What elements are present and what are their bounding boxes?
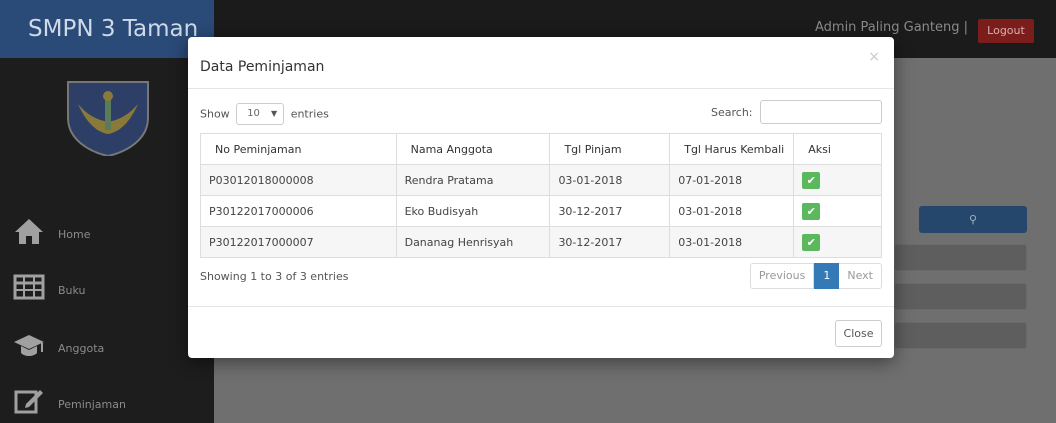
select-check-button[interactable]: ✔ — [802, 233, 821, 251]
sidebar-item-peminjaman[interactable]: Peminjaman — [0, 378, 214, 423]
user-name: Admin Paling Ganteng | — [814, 20, 968, 35]
column-header[interactable]: Tgl Harus Kembali — [669, 133, 795, 165]
modal-title: Data Peminjaman — [200, 59, 325, 75]
column-header[interactable]: No Peminjaman — [200, 133, 397, 165]
sidebar-item-label: Peminjaman — [58, 398, 126, 411]
cell-tgl-kembali: 03-01-2018 — [669, 195, 795, 227]
sidebar-item-home[interactable]: Home — [0, 208, 214, 258]
table-row: P30122017000007 Dananag Henrisyah 30-12-… — [200, 226, 882, 258]
background-search-button[interactable]: ⚲ — [919, 206, 1027, 233]
school-logo — [60, 78, 156, 158]
table-header-row: No Peminjaman Nama Anggota Tgl Pinjam Tg… — [200, 133, 882, 165]
close-button[interactable]: Close — [835, 320, 882, 347]
close-icon[interactable]: × — [868, 49, 880, 65]
pagination-next[interactable]: Next — [839, 263, 882, 289]
show-label: Show — [200, 107, 230, 121]
peminjaman-modal: Data Peminjaman × Show 10 ▼ entries Sear… — [188, 37, 894, 358]
select-check-button[interactable]: ✔ — [802, 171, 821, 189]
cell-nama-anggota: Rendra Pratama — [395, 164, 551, 196]
cell-tgl-pinjam: 03-01-2018 — [549, 164, 671, 196]
logout-button[interactable]: Logout — [978, 19, 1034, 43]
search-input[interactable] — [760, 100, 882, 124]
cell-aksi: ✔ — [793, 195, 882, 227]
cell-aksi: ✔ — [793, 164, 882, 196]
brand-title[interactable]: SMPN 3 Taman — [0, 0, 214, 58]
caret-down-icon: ▼ — [271, 109, 278, 118]
cell-tgl-pinjam: 30-12-2017 — [549, 195, 671, 227]
select-check-button[interactable]: ✔ — [802, 202, 821, 220]
background-field[interactable] — [894, 322, 1027, 349]
sidebar-item-anggota[interactable]: Anggota — [0, 322, 214, 372]
pagination-page-1[interactable]: 1 — [814, 263, 840, 289]
table-info: Showing 1 to 3 of 3 entries — [200, 270, 349, 283]
cell-tgl-kembali: 03-01-2018 — [669, 226, 795, 258]
background-field[interactable] — [894, 244, 1027, 271]
cell-no-peminjaman: P03012018000008 — [200, 164, 397, 196]
table-row: P30122017000006 Eko Budisyah 30-12-2017 … — [200, 195, 882, 227]
cell-no-peminjaman: P30122017000007 — [200, 226, 397, 258]
cell-nama-anggota: Dananag Henrisyah — [395, 226, 551, 258]
search-icon: ⚲ — [968, 213, 978, 226]
page-length-control: Show 10 ▼ entries — [200, 103, 329, 125]
column-header[interactable]: Aksi — [793, 133, 882, 165]
home-icon — [12, 216, 46, 246]
table-icon — [12, 272, 46, 302]
peminjaman-table: No Peminjaman Nama Anggota Tgl Pinjam Tg… — [200, 133, 882, 258]
entries-label: entries — [290, 107, 329, 121]
column-header[interactable]: Nama Anggota — [395, 133, 551, 165]
column-header[interactable]: Tgl Pinjam — [549, 133, 671, 165]
pagination: Previous 1 Next — [749, 263, 882, 289]
background-field[interactable] — [894, 283, 1027, 310]
table-row: P03012018000008 Rendra Pratama 03-01-201… — [200, 164, 882, 196]
sidebar-item-label: Anggota — [58, 342, 105, 355]
sidebar-item-buku[interactable]: Buku — [0, 264, 214, 314]
cell-tgl-pinjam: 30-12-2017 — [549, 226, 671, 258]
pagination-previous[interactable]: Previous — [749, 263, 815, 289]
sidebar: Home Buku Anggota Peminjaman — [0, 58, 214, 423]
cell-no-peminjaman: P30122017000006 — [200, 195, 397, 227]
divider — [188, 88, 894, 89]
graduation-cap-icon — [12, 330, 46, 360]
search-label: Search: — [711, 105, 753, 119]
cell-aksi: ✔ — [793, 226, 882, 258]
edit-icon — [12, 386, 46, 416]
table-search: Search: — [711, 100, 882, 124]
cell-nama-anggota: Eko Budisyah — [395, 195, 551, 227]
cell-tgl-kembali: 07-01-2018 — [669, 164, 795, 196]
page-length-value: 10 — [247, 108, 260, 119]
page-length-select[interactable]: 10 ▼ — [236, 103, 285, 125]
divider — [188, 306, 894, 307]
sidebar-item-label: Buku — [58, 284, 86, 297]
sidebar-item-label: Home — [58, 228, 91, 241]
